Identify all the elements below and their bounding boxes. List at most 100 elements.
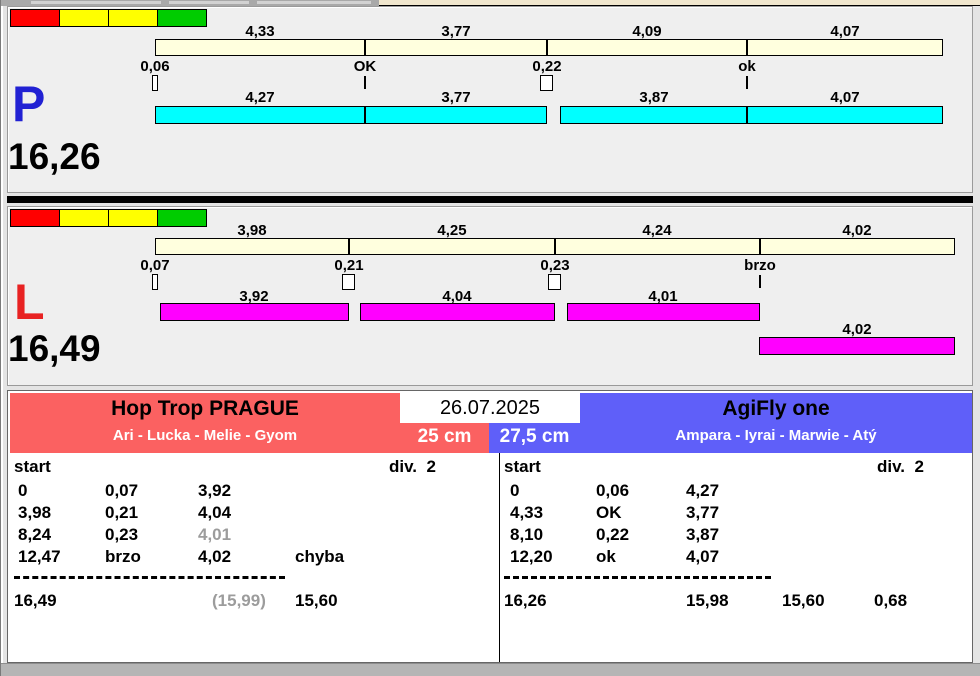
dog-split-label: 4,27 — [245, 89, 275, 106]
dog-bar-divider — [746, 106, 748, 124]
table-cell: 0,07 — [105, 481, 139, 500]
start-light-green — [157, 209, 207, 227]
dog-time-bar — [360, 303, 555, 321]
table-cell: 0,21 — [105, 503, 139, 522]
change-label: 0,22 — [532, 58, 562, 75]
lane-l-panel: L 16,49 3,98 4,25 4,24 4,02 0,07 0,21 0,… — [7, 206, 973, 386]
table-cell-ignored: 4,01 — [198, 525, 232, 544]
table-cell: 4,02 — [198, 547, 232, 566]
scoreboard-panel: Hop Trop PRAGUE Ari - Lucka - Melie - Gy… — [7, 390, 973, 663]
change-label: ok — [738, 58, 756, 75]
table-cell: 12,20 — [510, 547, 553, 566]
run-bar-divider — [546, 39, 548, 56]
run-bar-divider — [554, 238, 556, 255]
top-edge-segment — [169, 1, 249, 4]
fault-label: chyba — [295, 547, 345, 566]
table-cell: 3,77 — [686, 503, 720, 522]
table-cell: 4,07 — [686, 547, 720, 566]
left-adjusted-total: (15,99) — [212, 591, 266, 610]
right-clean-total: 15,98 — [686, 591, 729, 610]
run-split-label: 3,77 — [441, 23, 471, 40]
table-cell: 0 — [18, 481, 28, 500]
left-division-header: div. 2 — [389, 457, 436, 476]
lane-l-letter: L — [14, 274, 45, 330]
table-cell: 8,24 — [18, 525, 52, 544]
table-cell: 0,23 — [105, 525, 139, 544]
start-light-red — [10, 209, 60, 227]
dashed-separator — [14, 576, 285, 579]
table-cell: 0 — [510, 481, 520, 500]
start-light-yellow1 — [59, 9, 109, 27]
table-cell: 3,92 — [198, 481, 232, 500]
table-cell: 4,04 — [198, 503, 232, 522]
dog-time-bar — [160, 303, 349, 321]
start-lights — [10, 209, 207, 227]
left-jump-height: 25 cm — [400, 423, 489, 451]
run-split-label: 4,02 — [842, 222, 872, 239]
table-cell: 4,33 — [510, 503, 544, 522]
table-cell: 3,98 — [18, 503, 52, 522]
change-checkbox[interactable] — [540, 75, 553, 91]
change-label: brzo — [744, 257, 776, 274]
lane-l-total: 16,49 — [8, 328, 101, 369]
right-team-name: AgiFly one — [722, 397, 830, 420]
table-cell: 0,22 — [596, 525, 630, 544]
dog-time-bar — [759, 337, 955, 355]
lane-p-panel: P 16,26 4,33 3,77 4,09 4,07 0,06 OK 0,22… — [7, 6, 973, 193]
start-mark-box — [152, 75, 158, 91]
run-bar-divider — [746, 39, 748, 56]
table-cell: ok — [596, 547, 616, 566]
bottom-window-edge — [1, 663, 980, 676]
change-label: 0,23 — [540, 257, 570, 274]
change-label: OK — [353, 58, 377, 75]
right-best-time: 15,60 — [782, 591, 825, 610]
table-cell: 0,06 — [596, 481, 630, 500]
change-checkbox[interactable] — [342, 274, 355, 290]
table-cell: OK — [596, 503, 622, 522]
run-time-bar — [155, 39, 943, 56]
table-cell: 12,47 — [18, 547, 61, 566]
start-light-yellow1 — [59, 209, 109, 227]
run-split-label: 4,33 — [245, 23, 275, 40]
dog-time-bar — [560, 106, 943, 124]
left-team-dogs: Ari - Lucka - Melie - Gyom — [112, 427, 298, 444]
datetime-display: 26.07.2025 14:49:34 — [400, 393, 580, 449]
start-light-yellow2 — [108, 209, 158, 227]
change-tick — [746, 76, 748, 89]
left-team-name: Hop Trop PRAGUE — [111, 397, 299, 420]
run-split-label: 4,24 — [642, 222, 672, 239]
table-divider — [499, 453, 500, 662]
timing-app-window: P 16,26 4,33 3,77 4,09 4,07 0,06 OK 0,22… — [0, 0, 980, 676]
right-division-header: div. 2 — [877, 457, 924, 476]
top-edge-segment — [31, 1, 161, 4]
right-team-dogs: Ampara - Iyrai - Marwie - Atý — [675, 427, 877, 444]
change-label: 0,06 — [140, 58, 170, 75]
right-difference: 0,68 — [874, 591, 908, 610]
run-split-label: 3,98 — [237, 222, 267, 239]
lane-p-total: 16,26 — [8, 136, 101, 177]
dog-split-label: 3,87 — [639, 89, 669, 106]
table-cell: 4,27 — [686, 481, 720, 500]
start-light-red — [10, 9, 60, 27]
left-start-header: start — [14, 457, 51, 476]
dog-time-bar — [155, 106, 547, 124]
right-start-header: start — [504, 457, 541, 476]
start-lights — [10, 9, 207, 27]
lane-p-letter: P — [12, 76, 46, 132]
run-bar-divider — [348, 238, 350, 255]
top-edge-segment — [257, 1, 371, 4]
table-cell: brzo — [105, 547, 141, 566]
change-checkbox[interactable] — [548, 274, 561, 290]
run-split-label: 4,07 — [830, 23, 860, 40]
start-mark-box — [152, 274, 158, 290]
change-label: 0,21 — [334, 257, 364, 274]
change-tick — [364, 76, 366, 89]
lane-separator — [7, 196, 973, 203]
dog-split-label: 4,07 — [830, 89, 860, 106]
dog-split-label: 3,77 — [441, 89, 471, 106]
run-bar-divider — [364, 39, 366, 56]
left-best-time: 15,60 — [295, 591, 338, 610]
change-label: 0,07 — [140, 257, 170, 274]
start-light-green — [157, 9, 207, 27]
dashed-separator — [504, 576, 771, 579]
